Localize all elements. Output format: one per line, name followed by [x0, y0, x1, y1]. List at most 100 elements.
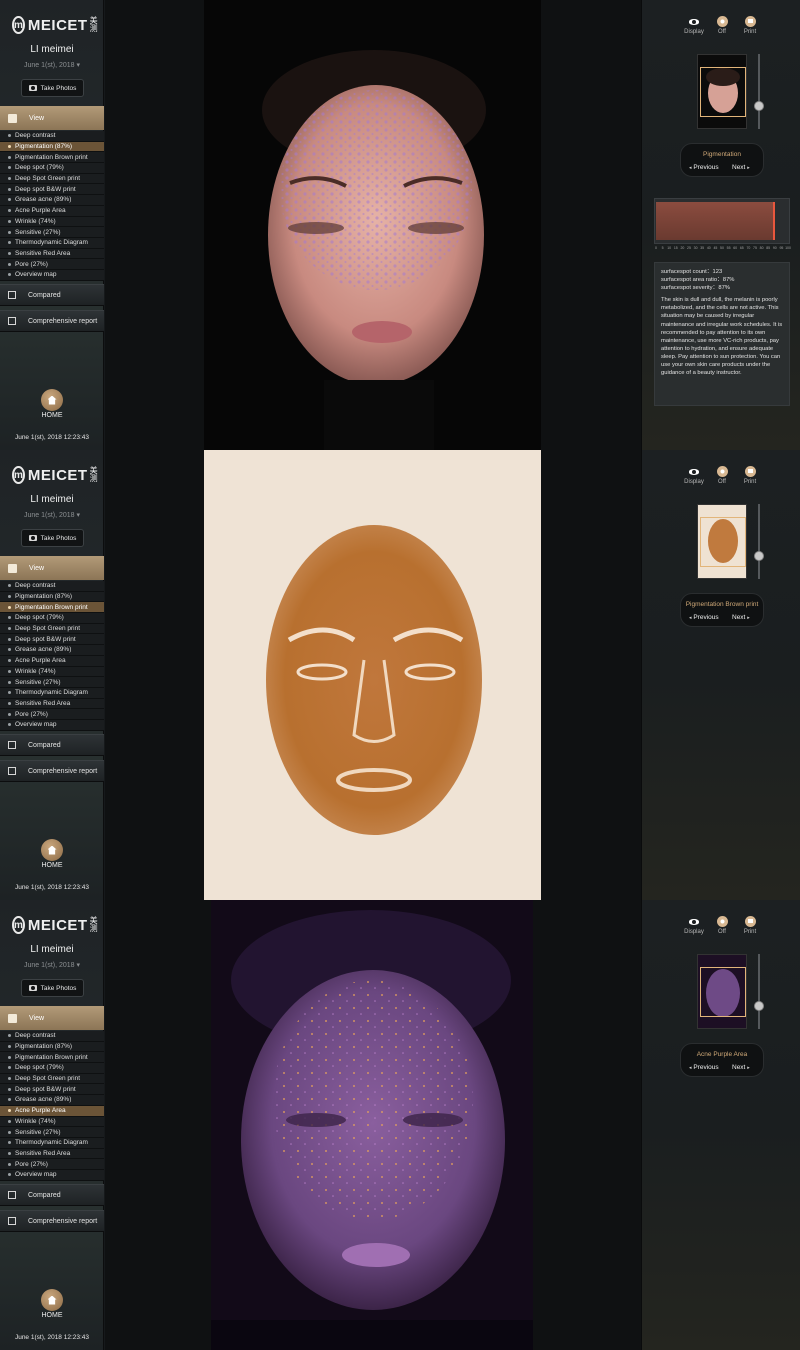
menu-item-label: Sensitive Red Area	[15, 1149, 71, 1157]
menu-item[interactable]: Wrinkle (74%)	[0, 1116, 104, 1128]
zoom-slider-track[interactable]	[758, 954, 760, 1029]
menu-item[interactable]: Pore (27%)	[0, 259, 104, 270]
print-button[interactable]: Print	[738, 916, 762, 935]
menu-item[interactable]: Deep spot (79%)	[0, 163, 104, 174]
compared-button[interactable]: Compared	[0, 284, 104, 306]
face-thumbnail[interactable]	[697, 54, 747, 129]
comprehensive-report-button[interactable]: Comprehensive report	[0, 310, 104, 332]
bullet-icon	[8, 723, 11, 727]
session-date-select[interactable]: June 1(st), 2018 ▾	[0, 961, 104, 969]
previous-label: Previous	[693, 1064, 719, 1071]
home-button[interactable]	[41, 839, 63, 861]
off-toggle[interactable]: Off	[710, 16, 734, 35]
menu-item[interactable]: Deep spot (79%)	[0, 613, 104, 624]
capture-timestamp: June 1(st), 2018 12:23:43	[14, 434, 90, 441]
take-photos-button[interactable]: Take Photos	[21, 979, 84, 997]
next-button[interactable]: Next ▸	[732, 164, 750, 171]
home-button[interactable]	[41, 389, 63, 411]
face-thumbnail[interactable]	[697, 504, 747, 579]
session-date-select[interactable]: June 1(st), 2018 ▾	[0, 61, 104, 69]
next-button[interactable]: Next ▸	[732, 614, 750, 621]
menu-item[interactable]: Deep spot (79%)	[0, 1063, 104, 1074]
skin-advice: The skin is dull and dull, the melanin i…	[661, 297, 783, 377]
compared-button[interactable]: Compared	[0, 1184, 104, 1206]
print-button[interactable]: Print	[738, 466, 762, 485]
menu-item[interactable]: Acne Purple Area	[0, 655, 104, 667]
menu-item[interactable]: Deep spot B&W print	[0, 184, 104, 196]
take-photos-label: Take Photos	[40, 84, 77, 92]
menu-item[interactable]: Sensitive Red Area	[0, 1148, 104, 1160]
take-photos-button[interactable]: Take Photos	[21, 529, 84, 547]
menu-item[interactable]: Overview map	[0, 719, 104, 731]
menu-item[interactable]: Pigmentation Brown print	[0, 1052, 104, 1064]
previous-button[interactable]: ◂ Previous	[689, 614, 719, 621]
menu-item[interactable]: Acne Purple Area	[0, 1105, 104, 1117]
menu-item[interactable]: Wrinkle (74%)	[0, 666, 104, 678]
display-toggle[interactable]: Display	[682, 16, 706, 35]
home-icon	[47, 845, 57, 855]
menu-item[interactable]: Overview map	[0, 269, 104, 281]
menu-item[interactable]: Overview map	[0, 1169, 104, 1181]
menu-item[interactable]: Sensitive (27%)	[0, 677, 104, 688]
home-label: HOME	[41, 1312, 63, 1319]
menu-item[interactable]: Grease acne (89%)	[0, 1095, 104, 1106]
bullet-icon	[8, 1066, 11, 1070]
menu-item[interactable]: Deep spot B&W print	[0, 1084, 104, 1096]
menu-item-label: Deep Spot Green print	[15, 175, 81, 183]
zoom-slider-knob[interactable]	[754, 1001, 764, 1012]
view-section-header[interactable]: View	[0, 1006, 104, 1030]
menu-item[interactable]: Pore (27%)	[0, 709, 104, 720]
menu-item[interactable]: Pigmentation (87%)	[0, 591, 104, 603]
menu-item[interactable]: Deep spot B&W print	[0, 634, 104, 646]
menu-item[interactable]: Thermodynamic Diagram	[0, 1137, 104, 1149]
display-toggle[interactable]: Display	[682, 916, 706, 935]
view-section-header[interactable]: View	[0, 556, 104, 580]
menu-item[interactable]: Pigmentation (87%)	[0, 141, 104, 153]
zoom-slider-knob[interactable]	[754, 551, 764, 562]
menu-item[interactable]: Grease acne (89%)	[0, 195, 104, 206]
compared-button[interactable]: Compared	[0, 734, 104, 756]
menu-item[interactable]: Acne Purple Area	[0, 205, 104, 217]
menu-item-label: Thermodynamic Diagram	[15, 1139, 88, 1147]
menu-item[interactable]: Deep contrast	[0, 1031, 104, 1042]
menu-item[interactable]: Pore (27%)	[0, 1159, 104, 1170]
menu-item[interactable]: Pigmentation Brown print	[0, 602, 104, 614]
zoom-slider-track[interactable]	[758, 504, 760, 579]
previous-button[interactable]: ◂ Previous	[689, 164, 719, 171]
print-button[interactable]: Print	[738, 16, 762, 35]
session-date-select[interactable]: June 1(st), 2018 ▾	[0, 511, 104, 519]
menu-item[interactable]: Deep contrast	[0, 581, 104, 592]
off-toggle[interactable]: Off	[710, 466, 734, 485]
face-thumbnail[interactable]	[697, 954, 747, 1029]
view-icon	[8, 113, 17, 123]
menu-item[interactable]: Sensitive Red Area	[0, 698, 104, 710]
bullet-icon	[8, 1045, 11, 1049]
display-toggle[interactable]: Display	[682, 466, 706, 485]
menu-item[interactable]: Deep contrast	[0, 131, 104, 142]
previous-button[interactable]: ◂ Previous	[689, 1064, 719, 1071]
menu-item[interactable]: Pigmentation Brown print	[0, 152, 104, 164]
comprehensive-report-button[interactable]: Comprehensive report	[0, 1210, 104, 1232]
menu-item[interactable]: Thermodynamic Diagram	[0, 237, 104, 249]
menu-item[interactable]: Thermodynamic Diagram	[0, 687, 104, 699]
menu-item[interactable]: Pigmentation (87%)	[0, 1041, 104, 1053]
zoom-slider-knob[interactable]	[754, 101, 764, 112]
next-button[interactable]: Next ▸	[732, 1064, 750, 1071]
histogram-tick-label: 35	[700, 246, 705, 250]
menu-item[interactable]: Sensitive (27%)	[0, 1127, 104, 1138]
zoom-slider-track[interactable]	[758, 54, 760, 129]
display-label: Display	[684, 479, 704, 485]
menu-item[interactable]: Wrinkle (74%)	[0, 216, 104, 228]
menu-item[interactable]: Deep Spot Green print	[0, 1073, 104, 1085]
current-view-title: Pigmentation Brown print	[685, 601, 759, 608]
menu-item[interactable]: Deep Spot Green print	[0, 173, 104, 185]
menu-item[interactable]: Grease acne (89%)	[0, 645, 104, 656]
home-button[interactable]	[41, 1289, 63, 1311]
comprehensive-report-button[interactable]: Comprehensive report	[0, 760, 104, 782]
menu-item[interactable]: Sensitive (27%)	[0, 227, 104, 238]
take-photos-button[interactable]: Take Photos	[21, 79, 84, 97]
menu-item[interactable]: Deep Spot Green print	[0, 623, 104, 635]
off-toggle[interactable]: Off	[710, 916, 734, 935]
view-section-header[interactable]: View	[0, 106, 104, 130]
menu-item[interactable]: Sensitive Red Area	[0, 248, 104, 260]
